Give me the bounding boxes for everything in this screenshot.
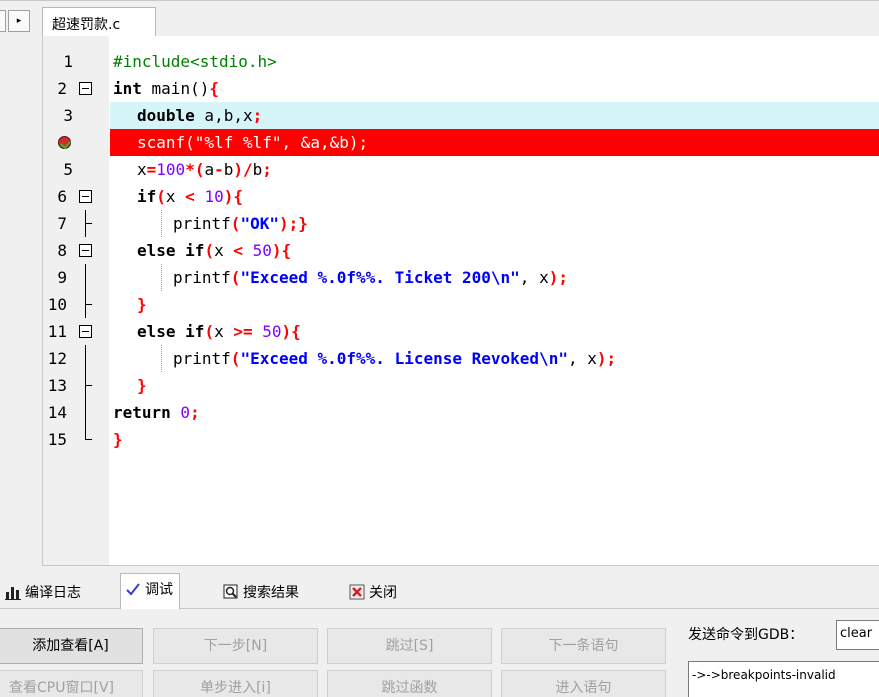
into-statement-button[interactable]: 进入语句 — [501, 670, 666, 697]
tab-label: 调试 — [145, 582, 173, 598]
line-number: 1 — [63, 52, 73, 71]
add-watch-button[interactable]: 添加查看[A] — [0, 628, 143, 664]
code-line: 5 x=100*(a-b)/b; — [43, 156, 879, 183]
tab-debug[interactable]: 调试 — [120, 573, 180, 609]
line-number: 11 — [47, 322, 67, 341]
code-line: 1 #include<stdio.h> — [43, 48, 879, 75]
fold-collapse-icon[interactable] — [79, 75, 93, 102]
cpu-window-button[interactable]: 查看CPU窗口[V] — [0, 670, 143, 697]
code-line: 6 if(x < 10){ — [43, 183, 879, 210]
tab-label: 编译日志 — [25, 585, 81, 601]
code-text: if(x < 10){ — [137, 187, 243, 206]
code-line-current: scanf("%lf %lf", &a,&b); — [43, 129, 879, 156]
code-line: 13 } — [43, 372, 879, 399]
tab-scroll-left-button[interactable] — [0, 10, 6, 32]
code-text: double a,b,x; — [137, 106, 263, 125]
code-text: } — [113, 430, 123, 449]
code-line: 2 int main(){ — [43, 75, 879, 102]
skip-button[interactable]: 跳过[S] — [327, 628, 492, 664]
code-line: 12 printf("Exceed %.0f%%. License Revoke… — [43, 345, 879, 372]
code-line: 11 else if(x >= 50){ — [43, 318, 879, 345]
fold-end-marker — [79, 291, 93, 318]
gdb-command-input[interactable]: clear — [836, 620, 879, 650]
bar-chart-icon — [5, 587, 21, 600]
fold-collapse-icon[interactable] — [79, 237, 93, 264]
close-icon — [349, 584, 365, 600]
code-text: printf("OK");} — [173, 214, 308, 233]
code-text: printf("Exceed %.0f%%. Ticket 200\n", x)… — [173, 268, 568, 287]
next-step-button[interactable]: 下一步[N] — [153, 628, 318, 664]
line-number: 13 — [47, 376, 67, 395]
code-line: 9 printf("Exceed %.0f%%. Ticket 200\n", … — [43, 264, 879, 291]
line-number: 2 — [57, 79, 67, 98]
tab-scroll-right-button[interactable]: ▸ — [8, 10, 30, 32]
gdb-output-field: ->->breakpoints-invalid — [688, 661, 879, 697]
gdb-command-label: 发送命令到GDB： — [688, 627, 804, 643]
breakpoint-icon[interactable] — [58, 136, 71, 149]
next-statement-button[interactable]: 下一条语句 — [501, 628, 666, 664]
tab-label: 搜索结果 — [243, 585, 299, 601]
skip-function-button[interactable]: 跳过函数 — [327, 670, 492, 697]
code-line: 8 else if(x < 50){ — [43, 237, 879, 264]
code-text: else if(x >= 50){ — [137, 322, 301, 341]
line-number: 3 — [63, 106, 73, 125]
line-number: 9 — [57, 268, 67, 287]
line-number: 6 — [57, 187, 67, 206]
fold-collapse-icon[interactable] — [79, 183, 93, 210]
fold-end-marker — [79, 372, 93, 399]
search-results-icon — [223, 584, 238, 599]
checkmark-icon — [126, 583, 140, 596]
code-text: } — [137, 295, 147, 314]
code-line: 14 return 0; — [43, 399, 879, 426]
line-number: 7 — [57, 214, 67, 233]
code-text: } — [137, 376, 147, 395]
fold-end-marker — [79, 210, 93, 237]
code-text: printf("Exceed %.0f%%. License Revoked\n… — [173, 349, 617, 368]
code-text: x=100*(a-b)/b; — [137, 160, 272, 179]
tab-search-results[interactable]: 搜索结果 — [218, 576, 306, 606]
editor-tab-strip: ▸ 超速罚款.c — [0, 0, 879, 38]
code-line: 10 } — [43, 291, 879, 318]
code-text: int main(){ — [113, 79, 219, 98]
line-number: 10 — [47, 295, 67, 314]
line-number: 15 — [47, 430, 67, 449]
line-number: 12 — [47, 349, 67, 368]
code-text: #include<stdio.h> — [113, 52, 277, 71]
bottom-panel-tabs: 编译日志 调试 搜索结果 关闭 — [0, 567, 879, 609]
code-line: 15 } — [43, 426, 879, 453]
code-text: scanf("%lf %lf", &a,&b); — [137, 133, 369, 152]
code-line: 3 double a,b,x; — [43, 102, 879, 129]
code-text: return 0; — [113, 403, 200, 422]
line-number: 8 — [57, 241, 67, 260]
fold-collapse-icon[interactable] — [79, 318, 93, 345]
tab-file[interactable]: 超速罚款.c — [42, 7, 156, 38]
line-number: 14 — [47, 403, 67, 422]
tab-label: 关闭 — [369, 585, 397, 601]
fold-guide — [79, 399, 93, 426]
code-editor[interactable]: 1 #include<stdio.h> 2 int main(){ 3 doub… — [42, 36, 879, 566]
tab-close[interactable]: 关闭 — [344, 576, 404, 606]
project-panel — [0, 36, 42, 566]
fold-guide — [79, 345, 93, 372]
line-number: 5 — [63, 160, 73, 179]
code-line: 7 printf("OK");} — [43, 210, 879, 237]
fold-guide — [79, 264, 93, 291]
code-text: else if(x < 50){ — [137, 241, 292, 260]
debug-panel: 添加查看[A] 下一步[N] 跳过[S] 下一条语句 查看CPU窗口[V] 单步… — [0, 609, 879, 697]
tab-compile-log[interactable]: 编译日志 — [0, 576, 88, 606]
fold-end-marker — [79, 426, 93, 453]
step-into-button[interactable]: 单步进入[i] — [153, 670, 318, 697]
